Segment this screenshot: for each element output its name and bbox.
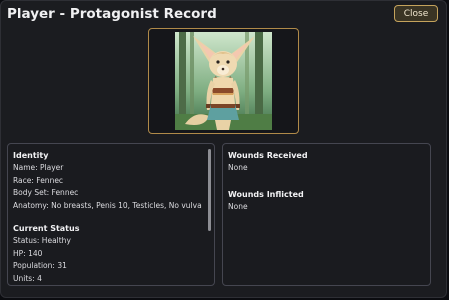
- close-button[interactable]: Close: [394, 5, 438, 22]
- record-details-panel[interactable]: Identity Name: Player Race: Fennec Body …: [7, 143, 215, 286]
- identity-name: Name: Player: [13, 163, 64, 172]
- identity-body-set: Body Set: Fennec: [13, 188, 79, 197]
- identity-heading: Identity: [13, 151, 49, 160]
- record-dialog: Player - Protagonist Record Close Identi…: [0, 0, 447, 298]
- wounds-inflicted-heading: Wounds Inflicted: [228, 189, 304, 199]
- status-value: Status: Healthy: [13, 236, 71, 245]
- details-scrollbar[interactable]: [208, 149, 211, 231]
- character-portrait: [175, 32, 272, 130]
- wounds-received-heading: Wounds Received: [228, 151, 308, 160]
- wounds-inflicted-value: None: [228, 201, 248, 211]
- status-heading: Current Status: [13, 224, 80, 233]
- portrait-frame: [148, 28, 299, 134]
- wounds-received-value: None: [228, 163, 248, 172]
- identity-race: Race: Fennec: [13, 175, 64, 185]
- details-scroll-area: Identity Name: Player Race: Fennec Body …: [13, 148, 202, 283]
- status-hp: HP: 140: [13, 248, 43, 258]
- status-units: Units: 4: [13, 273, 42, 283]
- dialog-title: Player - Protagonist Record: [7, 6, 217, 22]
- identity-anatomy: Anatomy: No breasts, Penis 10, Testicles…: [13, 200, 202, 210]
- status-population: Population: 31: [13, 261, 67, 270]
- wounds-panel: Wounds Received None Wounds Inflicted No…: [222, 143, 431, 286]
